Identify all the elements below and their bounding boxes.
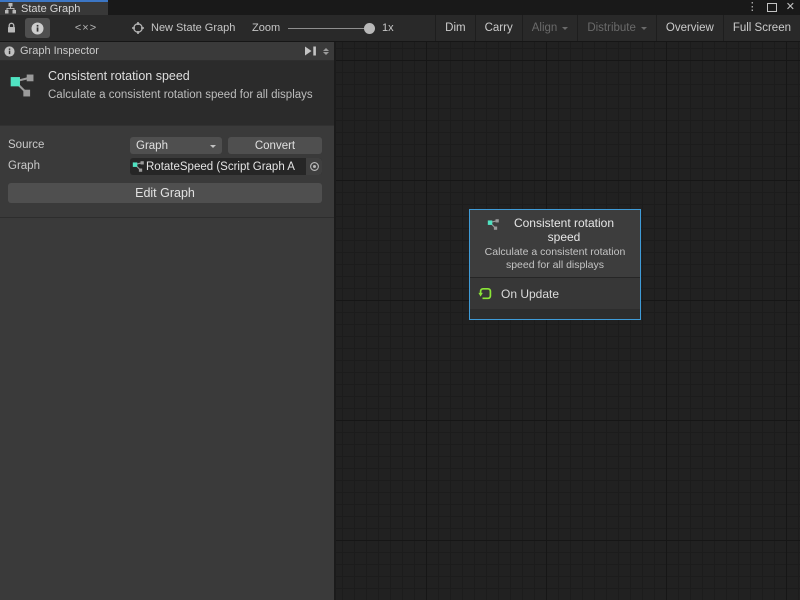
edit-graph-button[interactable]: Edit Graph	[8, 183, 322, 203]
code-view-icon: <×>	[75, 22, 97, 34]
on-update-icon	[478, 286, 493, 301]
lock-button[interactable]	[6, 15, 17, 41]
tab-title: State Graph	[21, 3, 80, 15]
new-state-graph-button[interactable]: New State Graph	[131, 15, 235, 41]
dock-toggle-icon[interactable]	[304, 46, 317, 56]
distribute-label: Distribute	[587, 22, 636, 34]
align-button: Align	[522, 15, 578, 41]
overview-button[interactable]: Overview	[656, 15, 723, 41]
graph-inspector-header: Graph Inspector	[0, 42, 334, 61]
state-node-description: Calculate a consistent rotation speed fo…	[474, 246, 636, 272]
align-label: Align	[532, 22, 558, 34]
state-node-title: Consistent rotation speed	[505, 216, 623, 244]
script-graph-icon	[487, 218, 500, 231]
chevron-down-icon	[562, 27, 568, 33]
info-icon	[4, 46, 15, 57]
state-node-header: Consistent rotation speed Calculate a co…	[470, 210, 640, 278]
toolbar-right-group: Dim Carry Align Distribute Overview Full…	[435, 15, 800, 41]
panel-divider	[0, 217, 334, 218]
zoom-value: 1x	[382, 15, 394, 41]
tab-state-graph[interactable]: State Graph	[0, 0, 108, 15]
code-view-button[interactable]: <×>	[64, 15, 108, 41]
source-dropdown[interactable]: Graph	[130, 137, 222, 154]
dim-button[interactable]: Dim	[435, 15, 474, 41]
convert-button[interactable]: Convert	[228, 137, 322, 154]
window-menu-icon[interactable]: ⋮	[747, 2, 758, 13]
graph-canvas[interactable]: Consistent rotation speed Calculate a co…	[336, 42, 800, 600]
object-picker-button[interactable]	[306, 158, 322, 175]
convert-label: Convert	[255, 140, 295, 152]
window-close-icon[interactable]: ✕	[786, 2, 795, 13]
dim-label: Dim	[445, 22, 465, 34]
distribute-button: Distribute	[577, 15, 656, 41]
object-picker-icon	[309, 161, 320, 172]
on-update-label: On Update	[501, 287, 559, 301]
new-state-graph-label: New State Graph	[151, 22, 235, 34]
zoom-slider-handle[interactable]	[364, 23, 375, 34]
edit-graph-label: Edit Graph	[135, 186, 195, 200]
carry-button[interactable]: Carry	[475, 15, 522, 41]
graph-summary-box: Consistent rotation speed Calculate a co…	[0, 61, 334, 126]
source-field-label: Source	[8, 139, 44, 151]
graph-object-value: RotateSpeed (Script Graph A	[146, 161, 306, 173]
info-icon	[31, 22, 44, 35]
new-graph-icon	[131, 21, 145, 35]
overview-label: Overview	[666, 22, 714, 34]
zoom-slider-track[interactable]	[288, 28, 372, 29]
inspector-toggle-button[interactable]	[25, 18, 50, 38]
panel-scroll-spinner[interactable]	[323, 45, 330, 58]
carry-label: Carry	[485, 22, 513, 34]
source-dropdown-value: Graph	[136, 140, 168, 152]
state-node-event-row[interactable]: On Update	[470, 278, 640, 309]
state-node-consistent-rotation-speed[interactable]: Consistent rotation speed Calculate a co…	[469, 209, 641, 320]
graph-description: Calculate a consistent rotation speed fo…	[48, 88, 320, 103]
zoom-label: Zoom	[252, 15, 280, 41]
graph-toolbar: <×> New State Graph Zoom 1x Dim Carry Al…	[0, 15, 800, 42]
chevron-down-icon	[641, 27, 647, 33]
window-maximize-icon[interactable]	[767, 3, 777, 12]
full-screen-label: Full Screen	[733, 22, 791, 34]
graph-inspector-title: Graph Inspector	[20, 45, 99, 57]
chevron-down-icon	[323, 52, 329, 58]
script-graph-icon	[9, 72, 36, 99]
state-graph-icon	[5, 3, 16, 14]
graph-object-field[interactable]: RotateSpeed (Script Graph A	[130, 158, 322, 175]
graph-title: Consistent rotation speed	[48, 69, 190, 83]
graph-inspector-panel: Graph Inspector Consistent rotation spee…	[0, 42, 336, 600]
window-tab-bar: State Graph ⋮ ✕	[0, 0, 800, 15]
lock-icon	[6, 22, 17, 34]
full-screen-button[interactable]: Full Screen	[723, 15, 800, 41]
chevron-down-icon	[210, 145, 216, 151]
state-node-footer	[470, 309, 640, 319]
chevron-up-icon	[323, 45, 329, 51]
graph-field-label: Graph	[8, 160, 40, 172]
script-graph-icon	[132, 160, 145, 173]
